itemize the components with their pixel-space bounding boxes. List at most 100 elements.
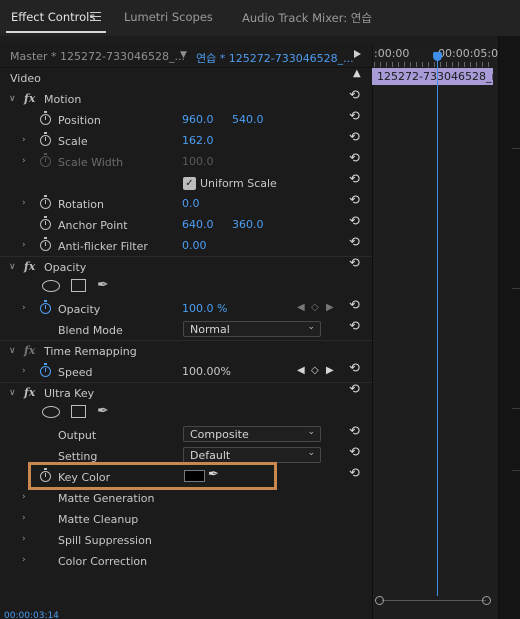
stopwatch-active-icon[interactable] [40, 363, 51, 377]
reset-icon[interactable]: ⟲ [349, 172, 360, 187]
playhead-line[interactable] [437, 58, 438, 596]
timeline-clip[interactable]: 125272-733046528_me [372, 68, 493, 85]
divider [0, 382, 372, 383]
reset-icon[interactable]: ⟲ [349, 298, 360, 313]
zoom-handle-left[interactable] [375, 596, 384, 605]
output-label: Output [58, 429, 97, 442]
stopwatch-icon[interactable] [40, 216, 51, 230]
divider [0, 256, 372, 257]
opacity-expand-icon[interactable]: ∨ [9, 262, 16, 272]
prev-keyframe-icon[interactable]: ◀ [297, 302, 305, 313]
stopwatch-icon[interactable] [40, 195, 51, 209]
zoom-handle-right[interactable] [482, 596, 491, 605]
rectangle-mask-icon[interactable] [71, 279, 86, 292]
opacity-effect-label[interactable]: Opacity [44, 261, 86, 274]
ultra-key-expand-icon[interactable]: ∨ [9, 388, 16, 398]
next-keyframe-icon[interactable]: ▶ [326, 302, 334, 313]
pen-mask-icon[interactable]: ✒ [97, 403, 109, 419]
motion-effect-label[interactable]: Motion [44, 93, 81, 106]
stopwatch-active-icon[interactable] [40, 300, 51, 314]
stopwatch-icon[interactable] [40, 132, 51, 146]
matte-generation-group[interactable]: Matte Generation [58, 492, 155, 505]
uniform-scale-checkbox[interactable]: ✓ [183, 177, 196, 190]
reset-icon[interactable]: ⟲ [349, 214, 360, 229]
reset-icon[interactable]: ⟲ [349, 151, 360, 166]
effect-timeline[interactable] [372, 44, 498, 619]
chevron-down-icon[interactable]: ▼ [180, 50, 187, 60]
time-ruler[interactable] [374, 62, 494, 67]
reset-icon[interactable]: ⟲ [349, 424, 360, 439]
tab-effect-controls[interactable]: Effect Controls [11, 10, 95, 24]
chevron-right-icon[interactable]: › [22, 198, 26, 208]
reset-icon[interactable]: ⟲ [349, 88, 360, 103]
setting-dropdown[interactable]: Default ⌄ [183, 447, 321, 463]
motion-expand-icon[interactable]: ∨ [9, 94, 16, 104]
add-keyframe-icon[interactable]: ◇ [311, 302, 319, 313]
scale-value[interactable]: 162.0 [182, 134, 214, 147]
sequence-clip-label[interactable]: 연습 * 125272-733046528_... [196, 50, 354, 66]
anti-flicker-value[interactable]: 0.00 [182, 239, 207, 252]
play-only-audio-icon[interactable] [354, 50, 361, 58]
reset-icon[interactable]: ⟲ [349, 466, 360, 481]
time-remap-expand-icon[interactable]: ∨ [9, 346, 16, 356]
reset-icon[interactable]: ⟲ [349, 319, 360, 334]
reset-icon[interactable]: ⟲ [349, 382, 360, 397]
chevron-right-icon[interactable]: › [22, 555, 26, 565]
position-y-value[interactable]: 540.0 [232, 113, 264, 126]
ultra-key-effect-label[interactable]: Ultra Key [44, 387, 94, 400]
output-dropdown[interactable]: Composite ⌄ [183, 426, 321, 442]
reset-icon[interactable]: ⟲ [349, 109, 360, 124]
playhead-handle[interactable] [433, 52, 442, 61]
position-x-value[interactable]: 960.0 [182, 113, 214, 126]
opacity-value[interactable]: 100.0 % [182, 302, 227, 315]
reset-icon[interactable]: ⟲ [349, 130, 360, 145]
anchor-x-value[interactable]: 640.0 [182, 218, 214, 231]
fx-icon[interactable]: fx [24, 260, 35, 273]
timeline-zoom-bar[interactable] [382, 600, 486, 601]
chevron-right-icon[interactable]: › [22, 534, 26, 544]
chevron-down-icon: ⌄ [307, 322, 315, 332]
stopwatch-icon[interactable] [40, 111, 51, 125]
chevron-right-icon[interactable]: › [22, 492, 26, 502]
collapse-arrow-icon[interactable]: ▲ [353, 68, 361, 79]
stopwatch-icon [40, 153, 51, 167]
chevron-right-icon[interactable]: › [22, 135, 26, 145]
chevron-right-icon[interactable]: › [22, 366, 26, 376]
fx-icon[interactable]: fx [24, 386, 35, 399]
reset-icon[interactable]: ⟲ [349, 193, 360, 208]
matte-cleanup-group[interactable]: Matte Cleanup [58, 513, 138, 526]
chevron-right-icon[interactable]: › [22, 513, 26, 523]
rectangle-mask-icon[interactable] [71, 405, 86, 418]
spill-suppression-group[interactable]: Spill Suppression [58, 534, 152, 547]
tab-lumetri-scopes[interactable]: Lumetri Scopes [124, 10, 213, 24]
blend-mode-dropdown[interactable]: Normal ⌄ [183, 321, 321, 337]
reset-icon[interactable]: ⟲ [349, 361, 360, 376]
speed-value[interactable]: 100.00% [182, 365, 231, 378]
panel-menu-icon[interactable] [90, 12, 101, 21]
reset-icon[interactable]: ⟲ [349, 445, 360, 460]
pen-mask-icon[interactable]: ✒ [97, 277, 109, 293]
uniform-scale-label[interactable]: Uniform Scale [200, 177, 277, 190]
reset-icon[interactable]: ⟲ [349, 256, 360, 271]
stopwatch-icon[interactable] [40, 237, 51, 251]
chevron-right-icon[interactable]: › [22, 240, 26, 250]
prev-keyframe-icon[interactable]: ◀ [297, 365, 305, 376]
time-remapping-label[interactable]: Time Remapping [44, 345, 137, 358]
next-keyframe-icon[interactable]: ▶ [326, 365, 334, 376]
reset-icon[interactable]: ⟲ [349, 235, 360, 250]
active-tab-indicator [6, 31, 106, 33]
master-clip-label[interactable]: Master * 125272-733046528_... [10, 50, 185, 63]
tab-audio-track-mixer[interactable]: Audio Track Mixer: 연습 [242, 10, 372, 26]
chevron-right-icon[interactable]: › [22, 156, 26, 166]
ellipse-mask-icon[interactable] [42, 280, 60, 292]
chevron-down-icon: ⌄ [307, 448, 315, 458]
color-correction-group[interactable]: Color Correction [58, 555, 147, 568]
add-keyframe-icon[interactable]: ◇ [311, 365, 319, 376]
current-timecode[interactable]: 00:00:03:14 [4, 611, 59, 619]
rotation-value[interactable]: 0.0 [182, 197, 200, 210]
fx-icon[interactable]: fx [24, 92, 35, 105]
scale-width-value: 100.0 [182, 155, 214, 168]
chevron-right-icon[interactable]: › [22, 303, 26, 313]
ellipse-mask-icon[interactable] [42, 406, 60, 418]
anchor-y-value[interactable]: 360.0 [232, 218, 264, 231]
